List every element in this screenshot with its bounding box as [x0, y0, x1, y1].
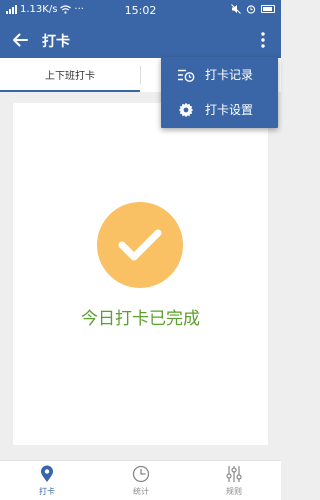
- mute-icon: [231, 4, 241, 14]
- status-bar: 1.13K/s ··· 15:02: [0, 0, 281, 22]
- alarm-icon: [246, 5, 256, 14]
- gear-icon: [174, 102, 198, 118]
- tab-label: 上下班打卡: [45, 70, 95, 82]
- nav-item-rules[interactable]: 规则: [204, 465, 264, 497]
- checkmark-icon: [118, 229, 162, 261]
- tab-clock-in-out[interactable]: 上下班打卡: [0, 58, 140, 92]
- location-pin-icon: [41, 465, 53, 482]
- menu-item-label: 打卡设置: [205, 103, 254, 117]
- nav-item-clock-in[interactable]: 打卡: [17, 465, 77, 497]
- bottom-nav: 打卡 统计 规则: [0, 460, 281, 500]
- sliders-icon: [226, 466, 242, 482]
- more-vertical-icon: [261, 32, 265, 48]
- overflow-menu: 打卡记录 打卡设置: [161, 57, 278, 128]
- nav-label: 规则: [226, 487, 242, 496]
- nav-label: 打卡: [39, 487, 55, 496]
- menu-item-clock-settings[interactable]: 打卡设置: [161, 92, 278, 127]
- app-bar: 打卡: [0, 22, 281, 58]
- battery-icon: [261, 5, 275, 13]
- arrow-left-icon: [13, 33, 28, 47]
- more-options-button[interactable]: [251, 28, 275, 52]
- clock-chart-icon: [132, 465, 150, 483]
- menu-item-clock-records[interactable]: 打卡记录: [161, 57, 278, 92]
- list-clock-icon: [174, 68, 198, 82]
- page-title: 打卡: [42, 34, 70, 50]
- back-button[interactable]: [8, 28, 32, 52]
- tab-divider: [140, 66, 141, 84]
- completed-badge: [97, 202, 183, 288]
- nav-label: 统计: [133, 487, 149, 496]
- menu-item-label: 打卡记录: [205, 68, 254, 82]
- status-message: 今日打卡已完成: [81, 309, 200, 329]
- nav-item-statistics[interactable]: 统计: [111, 465, 171, 497]
